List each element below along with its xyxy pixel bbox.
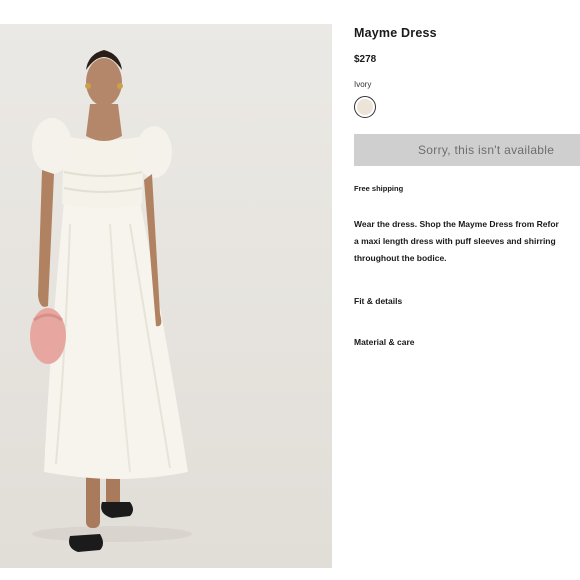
description-line: a maxi length dress with puff sleeves an… bbox=[354, 236, 556, 246]
swatch-color-fill bbox=[357, 99, 373, 115]
product-title: Mayme Dress bbox=[354, 26, 437, 40]
description-line: throughout the bodice. bbox=[354, 253, 447, 263]
product-price: $278 bbox=[354, 54, 377, 65]
product-photo bbox=[0, 24, 332, 568]
model-wearing-dress-image bbox=[30, 50, 192, 552]
description-line: Wear the dress. Shop the Mayme Dress fro… bbox=[354, 219, 559, 229]
product-description: Wear the dress. Shop the Mayme Dress fro… bbox=[354, 216, 580, 267]
color-name-label: Ivory bbox=[354, 80, 372, 89]
accordion-material-care[interactable]: Material & care bbox=[354, 337, 414, 347]
unavailable-button[interactable]: Sorry, this isn't available bbox=[354, 134, 580, 166]
accordion-fit-details[interactable]: Fit & details bbox=[354, 296, 402, 306]
color-swatch-ivory[interactable] bbox=[354, 96, 376, 118]
product-info-panel: Mayme Dress $278 Ivory Sorry, this isn't… bbox=[354, 0, 580, 580]
free-shipping-label: Free shipping bbox=[354, 184, 404, 193]
